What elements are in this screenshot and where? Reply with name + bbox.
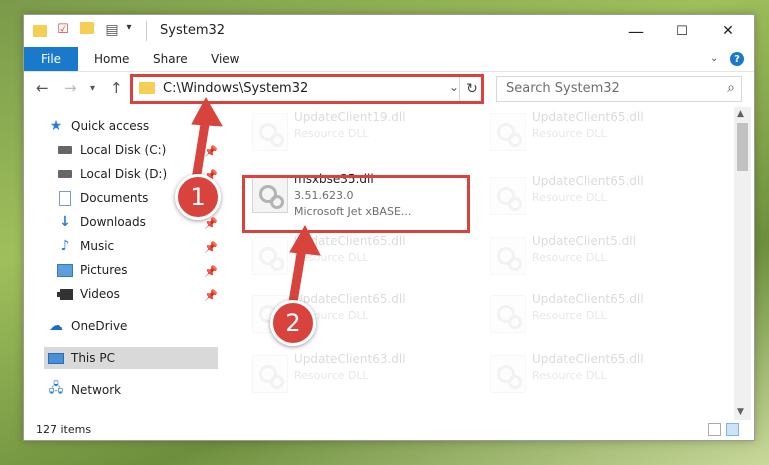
annotation-arrows — [191, 96, 321, 309]
arrow-2-line — [287, 247, 307, 309]
arrow-1-head — [191, 96, 223, 127]
step-1-badge: 1 — [175, 174, 221, 220]
arrow-1-line — [191, 117, 211, 181]
arrow-2-head — [289, 224, 321, 256]
step-2-badge: 2 — [270, 300, 316, 346]
